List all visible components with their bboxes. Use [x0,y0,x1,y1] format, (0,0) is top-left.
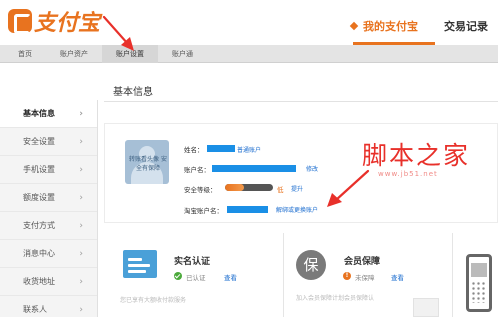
logo-text: 支付宝 [34,10,101,36]
title-divider [104,101,498,102]
sidebar: 基本信息 › 安全设置 › 手机设置 › 额度设置 › 支付方式 › 消息中心 › 收货地址… [0,100,98,317]
sidebar-item-messages[interactable]: 消息中心 › [0,240,97,268]
sidebar-item-label: 基本信息 [23,109,55,118]
security-level-text: 低 [277,186,284,194]
account-name-label: 账户名： [184,166,210,174]
sidebar-item-label: 联系人 [23,305,47,314]
taobao-account-label: 淘宝账户名： [184,207,223,215]
member-protection-status: 未保障 [355,274,375,282]
sidebar-item-label: 额度设置 [23,193,55,202]
sidebar-item-contacts[interactable]: 联系人 › [0,296,97,317]
chevron-right-icon: › [79,221,83,231]
diamond-icon [349,21,359,31]
edit-account-link[interactable]: 修改 [306,164,318,173]
security-level-label: 安全等级： [184,186,217,194]
realname-title: 实名认证 [174,257,211,267]
realname-description: 您已享有大额收付款服务 [120,297,187,304]
chevron-right-icon: › [79,109,83,119]
improve-security-link[interactable]: 提升 [291,184,303,193]
account-type-badge: 普通账户 [237,147,262,154]
chevron-right-icon: › [79,165,83,175]
subnav-account-assets[interactable]: 账户资产 [46,45,102,63]
sidebar-item-phone[interactable]: 手机设置 › [0,156,97,184]
sidebar-item-label: 安全设置 [23,137,55,146]
unbind-change-account-link[interactable]: 解绑或更换账户 [276,205,318,214]
alipay-logo[interactable]: 支付宝 [8,4,100,38]
page-title: 基本信息 [113,87,153,98]
warning-icon: ! [343,272,351,280]
annotation-arrow-icon [327,169,370,207]
card-divider [283,233,284,317]
watermark-url: www.jb51.net [378,170,438,178]
taobao-account-value-masked [227,206,268,213]
sidebar-item-label: 手机设置 [23,165,55,174]
chevron-right-icon: › [79,277,83,287]
security-level-fill [225,184,245,191]
security-level-bar [225,184,273,191]
sidebar-item-limit[interactable]: 额度设置 › [0,184,97,212]
alipay-logo-icon [8,9,32,34]
sidebar-item-basic-info[interactable]: 基本信息 › [0,100,97,128]
name-label: 姓名： [184,146,204,154]
sidebar-item-security[interactable]: 安全设置 › [0,128,97,156]
chevron-right-icon: › [79,137,83,147]
chevron-right-icon: › [79,305,83,315]
realname-view-link[interactable]: 查看 [224,272,237,282]
scroll-corner [413,298,439,317]
name-value-masked [207,145,235,152]
member-protection-icon: 保 [296,250,326,280]
member-protection-view-link[interactable]: 查看 [391,272,404,282]
avatar-caption: 转账看头像 安全有保障 [129,156,167,172]
watermark-title: 脚本之家 [362,141,471,170]
sidebar-item-address[interactable]: 收货地址 › [0,268,97,296]
verified-check-icon [174,272,182,280]
card-divider [452,233,453,317]
top-nav: 我的支付宝 交易记录 [349,18,498,45]
top-header: 支付宝 我的支付宝 交易记录 [0,0,498,45]
nav-my-alipay[interactable]: 我的支付宝 [363,18,418,34]
member-protection-title: 会员保障 [344,257,381,267]
id-card-icon [123,250,157,278]
chevron-right-icon: › [79,249,83,259]
annotation-arrow-icon [102,15,134,51]
subnav-account-link[interactable]: 账户通 [158,45,207,63]
nav-trade-record[interactable]: 交易记录 [444,18,488,34]
member-protection-description: 加入会员保障计划会员保障认 [296,295,375,302]
subnav-home[interactable]: 首页 [4,45,46,63]
sub-navigation: 首页 账户资产 账户设置 账户通 [0,44,498,63]
sidebar-item-label: 消息中心 [23,249,55,258]
realname-status: 已认证 [186,274,206,282]
chevron-right-icon: › [79,193,83,203]
account-name-value-masked [212,165,296,172]
mobile-phone-icon [466,254,492,312]
sidebar-item-payment[interactable]: 支付方式 › [0,212,97,240]
sidebar-item-label: 收货地址 [23,277,55,286]
sidebar-item-label: 支付方式 [23,221,55,230]
